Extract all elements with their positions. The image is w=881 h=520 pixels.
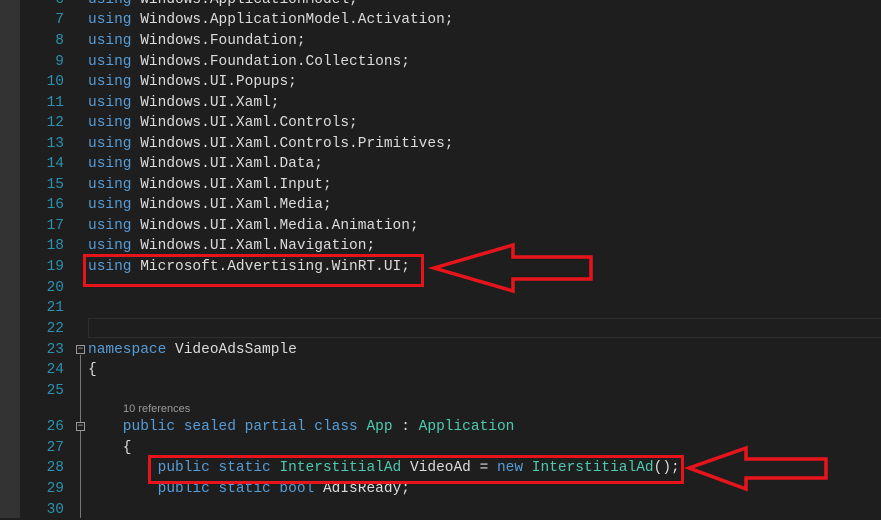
arrow-icon [683, 445, 828, 492]
annotation-layer [427, 242, 828, 492]
arrow-icon [427, 242, 593, 294]
